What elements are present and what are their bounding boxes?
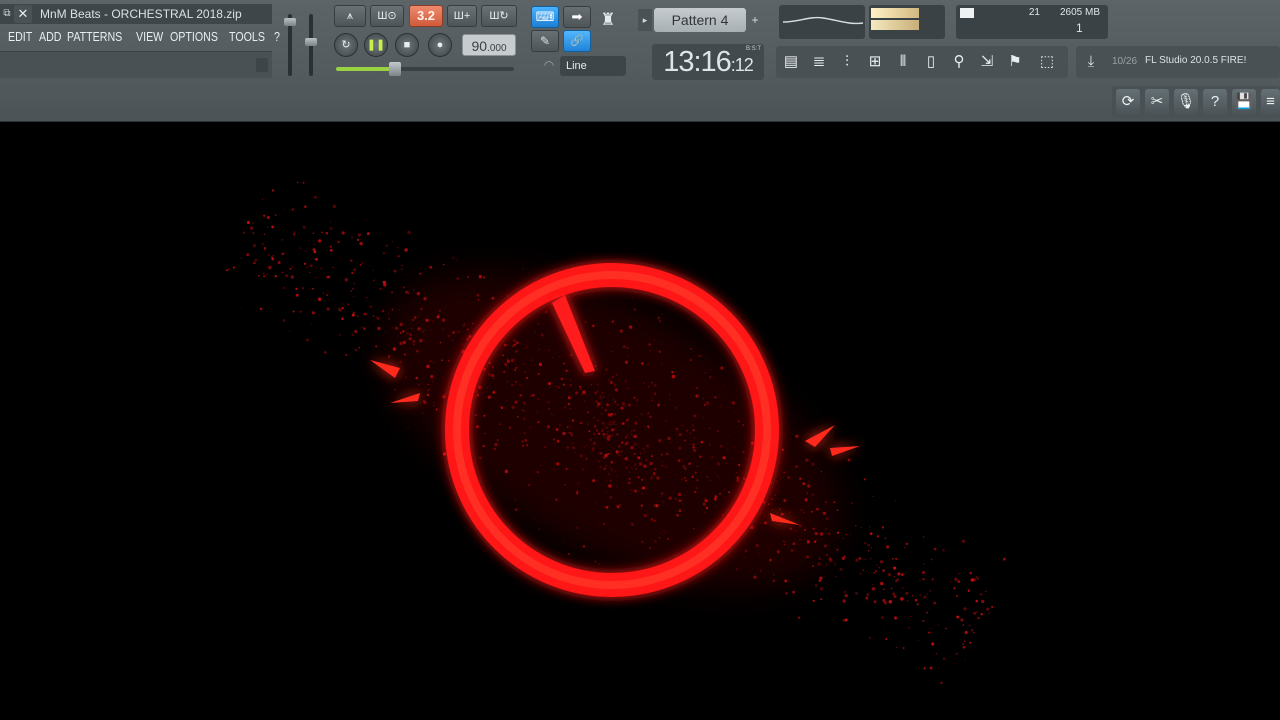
download-icon[interactable]: ⤓ [1080, 50, 1102, 74]
pattern-song-toggle[interactable]: ⩚ [334, 5, 366, 27]
link-icon[interactable]: 🔗 [563, 30, 591, 52]
step-edit-button[interactable]: Ш+ [447, 5, 477, 27]
voice-count: 21 [1028, 7, 1040, 18]
tempo-fraction: .000 [487, 43, 507, 54]
browser-icon[interactable]: ⊞ [863, 49, 887, 75]
menu-add[interactable]: ADD [39, 27, 62, 47]
peak-meter-right [871, 20, 919, 30]
master-pitch-knob[interactable] [305, 38, 317, 46]
tempo-tap-button[interactable]: 3.2 [409, 5, 443, 27]
fl-studio-toolbar: ⧉ ✕ MnM Beats - ORCHESTRAL 2018.zip EDIT… [0, 0, 1280, 122]
master-volume-knob[interactable] [284, 18, 296, 26]
project-title: MnM Beats - ORCHESTRAL 2018.zip [40, 7, 242, 21]
news-count: 10/26 [1112, 56, 1138, 67]
piano-roll-icon[interactable]: ⫶ [835, 49, 859, 75]
menu-help[interactable]: ? [274, 27, 280, 47]
oscilloscope-panel [779, 5, 865, 39]
help-icon[interactable]: ? [1203, 89, 1227, 115]
snap-metronome-button[interactable]: Ш⊙ [370, 5, 404, 27]
news-headline[interactable]: FL Studio 20.0.5 FIRE! [1145, 55, 1246, 66]
hint-panel-icon[interactable] [256, 58, 268, 72]
main-pitch-handle[interactable] [388, 62, 401, 76]
microphone-icon[interactable]: 🎙 [1174, 89, 1198, 115]
mixer-icon[interactable]: ⫴ [891, 49, 915, 75]
undo-history-icon[interactable]: ⟳ [1116, 89, 1140, 115]
blend-notes-button[interactable]: Ш↻ [481, 5, 517, 27]
memory-usage: 2605 MB [1060, 7, 1101, 18]
red-ring-visual [226, 181, 1006, 685]
tempo-whole: 90 [471, 38, 488, 54]
main-pitch-fill [336, 67, 395, 71]
main-menu: EDIT ADD PATTERNS VIEW OPTIONS TOOLS ? [0, 27, 280, 47]
step-arrow-icon[interactable]: ➡ [563, 6, 591, 28]
record-button[interactable]: ● [428, 33, 452, 57]
playlist-icon[interactable]: ▤ [779, 49, 803, 75]
channel-rack-icon[interactable]: ≣ [807, 49, 831, 75]
oscilloscope-wave [782, 16, 864, 25]
cut-icon[interactable]: ✂ [1145, 89, 1169, 115]
hint-bar [0, 51, 272, 78]
typing-keyboard-icon[interactable]: ⌨ [531, 6, 559, 28]
peak-meter-left [871, 8, 919, 18]
snap-mode-select[interactable]: Line [560, 56, 626, 76]
polyphony-count: 1 [1076, 21, 1083, 35]
visualizer-canvas [0, 123, 1280, 720]
time-main: 13:16 [663, 46, 732, 78]
menu-patterns[interactable]: PATTERNS [67, 27, 122, 47]
save-icon[interactable]: 💾 [1232, 89, 1256, 115]
play-pause-button[interactable]: ❚❚ [364, 33, 388, 57]
menu-edit[interactable]: EDIT [8, 27, 32, 47]
cpu-meter [960, 8, 974, 18]
template-icon[interactable]: ⬚ [1035, 49, 1059, 75]
brush-icon[interactable]: ✎ [531, 30, 559, 52]
window-restore-icon[interactable]: ⧉ [0, 4, 14, 24]
pattern-selector[interactable]: Pattern 4 [654, 8, 746, 32]
add-pattern-icon[interactable]: + [748, 9, 762, 31]
metronome-icon[interactable]: ♜ [595, 6, 621, 36]
pick-tool-icon[interactable]: ⇲ [975, 49, 999, 75]
menu-view[interactable]: VIEW [136, 27, 163, 47]
plugin-picker-icon[interactable]: ⚲ [947, 49, 971, 75]
loop-button[interactable]: ↻ [334, 33, 358, 57]
pattern-prev-icon[interactable]: ▸ [638, 9, 652, 31]
time-unit-label: B:S:T [746, 46, 762, 52]
project-notes-icon[interactable]: ▯ [919, 49, 943, 75]
menu-overflow-icon[interactable]: ≡ [1261, 89, 1280, 115]
menu-options[interactable]: OPTIONS [170, 27, 218, 47]
touch-controller-icon[interactable]: ⚑ [1003, 49, 1027, 75]
time-sub: 12 [734, 55, 754, 75]
window-close-icon[interactable]: ✕ [14, 5, 32, 23]
headphone-icon: ◠ [543, 58, 555, 72]
menu-tools[interactable]: TOOLS [229, 27, 265, 47]
tempo-display[interactable]: 90.000 [462, 34, 516, 56]
stop-button[interactable]: ■ [395, 33, 419, 57]
